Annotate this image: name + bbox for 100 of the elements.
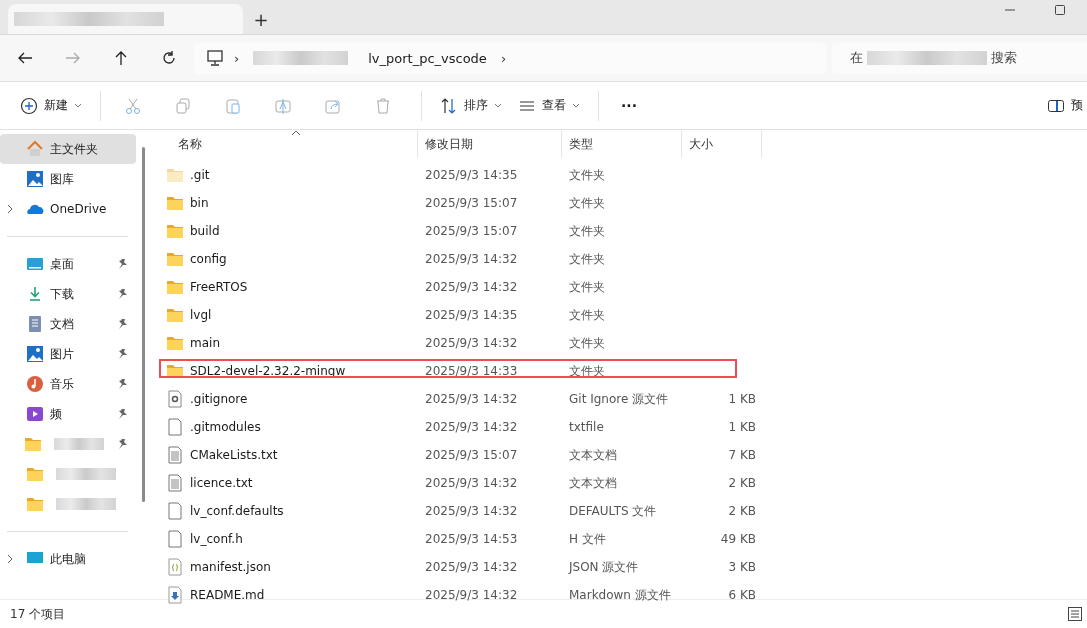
file-name[interactable]: CMakeLists.txt (190, 448, 278, 462)
type-cell-text: 文件夹 (568, 362, 606, 380)
details-view-icon[interactable] (1067, 606, 1083, 622)
copy-icon[interactable] (174, 96, 192, 115)
blurred-patch (56, 468, 116, 480)
sidebar-label: OneDrive (50, 202, 107, 216)
search-field[interactable]: 在 搜索 (832, 42, 1087, 74)
music-icon (26, 375, 44, 393)
size-cell: 6 KB (728, 588, 756, 602)
file-name[interactable]: config (190, 252, 227, 266)
text-file-icon (166, 474, 184, 492)
sort-button[interactable]: 排序 (434, 89, 508, 122)
sidebar-label: 下载 (50, 285, 74, 303)
delete-icon[interactable] (374, 96, 392, 115)
folder-icon (166, 222, 184, 240)
sidebar-label: 此电脑 (50, 550, 86, 568)
sidebar-label: 文档 (50, 315, 74, 333)
picture-icon (26, 170, 44, 188)
cut-icon[interactable] (124, 96, 142, 115)
refresh-icon[interactable] (160, 49, 178, 67)
file-name[interactable]: main (190, 336, 220, 350)
file-name[interactable]: .gitmodules (190, 420, 261, 434)
column-header[interactable]: 名称 (158, 130, 418, 158)
file-name[interactable]: .git (190, 168, 210, 182)
file-name[interactable]: lv_conf.defaults (190, 504, 284, 518)
sidebar-label: 主文件夹 (50, 140, 98, 158)
chevron-icon[interactable] (6, 554, 14, 564)
plus-circle-icon (20, 96, 38, 115)
file-icon (166, 502, 184, 520)
type-cell-text: 文件夹 (568, 334, 606, 352)
search-placeholder: 搜索 (991, 49, 1017, 67)
chevron-icon[interactable] (6, 204, 14, 214)
sidebar-item[interactable]: 图片 (0, 339, 136, 369)
window-tab[interactable] (8, 4, 243, 34)
sidebar-item[interactable]: 桌面 (0, 249, 136, 279)
column-header[interactable]: 修改日期 (418, 130, 562, 158)
gear-file-icon (166, 390, 184, 408)
sidebar-label: 音乐 (50, 375, 74, 393)
rename-icon[interactable] (274, 96, 292, 115)
file-name[interactable]: .gitignore (190, 392, 248, 406)
column-header[interactable]: 大小 (682, 130, 762, 158)
type-cell-text: 文件夹 (568, 194, 606, 212)
breadcrumb-separator: › (234, 50, 240, 66)
new-button[interactable]: 新建 (14, 89, 88, 122)
file-name[interactable]: licence.txt (190, 476, 253, 490)
computer-icon (206, 49, 224, 67)
date-cell-text: 2025/9/3 14:32 (424, 392, 519, 406)
more-button[interactable]: ··· (611, 89, 647, 122)
date-cell-text: 2025/9/3 15:07 (424, 448, 519, 462)
size-cell: 3 KB (728, 560, 756, 574)
caret-icon (494, 102, 502, 109)
size-cell: 2 KB (728, 476, 756, 490)
type-cell-text: 文本文档 (568, 446, 618, 464)
file-name[interactable]: manifest.json (190, 560, 271, 574)
column-header[interactable]: 类型 (562, 130, 682, 158)
sidebar-item[interactable]: 文档 (0, 309, 136, 339)
scrollbar-thumb[interactable] (142, 147, 145, 502)
address-field[interactable]: › lv_port_pc_vscode › (194, 42, 826, 74)
date-cell-text: 2025/9/3 14:32 (424, 336, 519, 350)
caret-icon (74, 102, 82, 109)
sidebar-item[interactable]: OneDrive (0, 194, 136, 224)
new-tab-button[interactable]: + (249, 4, 273, 34)
sidebar-item[interactable]: 音乐 (0, 369, 136, 399)
date-cell-text: 2025/9/3 14:35 (424, 308, 519, 322)
breadcrumb-separator[interactable]: › (500, 50, 507, 66)
file-icon (166, 530, 184, 548)
type-cell-text: DEFAULTS 文件 (568, 502, 658, 520)
maximize-icon[interactable] (1053, 3, 1067, 17)
view-button[interactable]: 查看 (512, 89, 586, 122)
sidebar-item[interactable]: 主文件夹 (0, 134, 136, 164)
blurred-patch (53, 438, 104, 450)
text-file-icon (166, 446, 184, 464)
sidebar-item[interactable]: 此电脑 (0, 544, 136, 574)
date-cell-text: 2025/9/3 14:32 (424, 504, 519, 518)
sidebar-item[interactable]: 频 (0, 399, 136, 429)
sort-caret-icon[interactable] (291, 130, 301, 136)
markdown-file-icon (166, 586, 184, 604)
size-cell: 1 KB (728, 392, 756, 406)
search-placeholder: 在 (850, 49, 863, 67)
folder-icon (166, 194, 184, 212)
sidebar-item[interactable]: 图库 (0, 164, 136, 194)
date-cell-text: 2025/9/3 14:32 (424, 476, 519, 490)
sidebar-item[interactable]: 下载 (0, 279, 136, 309)
breadcrumb-item[interactable]: lv_port_pc_vscode (368, 50, 487, 66)
preview-button[interactable]: 预 (1041, 89, 1083, 122)
file-name[interactable]: FreeRTOS (190, 280, 248, 294)
file-name[interactable]: lvgl (190, 308, 212, 322)
sort-icon (440, 96, 458, 115)
date-cell-text: 2025/9/3 14:32 (424, 420, 519, 434)
paste-icon[interactable] (224, 96, 242, 115)
file-name[interactable]: build (190, 224, 220, 238)
type-cell-text: JSON 源文件 (567, 558, 640, 576)
file-name[interactable]: README.md (190, 588, 265, 602)
size-cell: 2 KB (728, 504, 756, 518)
type-cell-text: 文件夹 (568, 250, 606, 268)
type-cell-text: Git Ignore 源文件 (568, 390, 670, 408)
blurred-patch (56, 498, 116, 510)
file-name[interactable]: SDL2-devel-2.32.2-mingw (190, 364, 346, 378)
file-name[interactable]: bin (190, 196, 209, 210)
file-name[interactable]: lv_conf.h (190, 532, 243, 546)
